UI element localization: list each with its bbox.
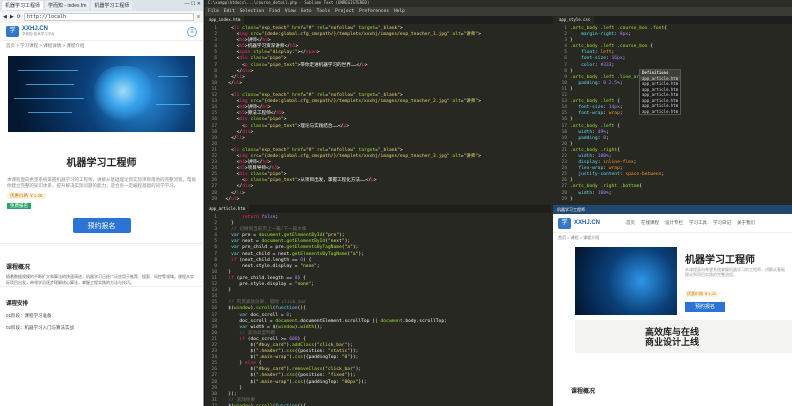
nav-item[interactable]: 设计专栏: [665, 220, 683, 226]
site-page: 学 XXHJ.CN 学而知·技术学习平台 ≡ 首页 > 学习课程 > 课程详情 …: [0, 23, 203, 406]
window-controls[interactable]: — ☐ ✕: [185, 1, 201, 7]
logo-icon: 学: [6, 26, 19, 37]
address-bar: ◀ ▶ ⟳ http://localh ≡: [0, 11, 203, 23]
course-description: 本课程面向希望系统掌握机器学习的工程师，讲解从基础理论到实际项目落地的完整流程，…: [7, 177, 196, 188]
site-header: 学 XXHJ.CN 学而知·技术学习平台 ≡: [0, 23, 203, 41]
menu-item[interactable]: Preferences: [359, 9, 389, 14]
autocomplete-item[interactable]: app_article.htm: [640, 92, 680, 98]
free-badge: 免费报名: [7, 203, 31, 209]
price-tag: 优惠价格 ￥1,25: [685, 291, 718, 297]
editor-menu-bar: File Edit Selection Find View Goto Tools…: [205, 7, 792, 16]
breadcrumb: 首页 > 学习课程 > 课程详情 > 课程介绍: [6, 43, 85, 48]
url-input[interactable]: http://localh: [23, 13, 195, 21]
ad-text: 高效库与在线: [645, 326, 700, 337]
browser-tab[interactable]: 机器学习工程师: [91, 1, 133, 10]
logo-icon: 学: [558, 217, 571, 229]
editor-pane-js[interactable]: app_article.htm 1 return false; 2 } 3 //…: [205, 205, 551, 406]
nav-item[interactable]: 关于我们: [737, 220, 755, 226]
back-icon[interactable]: ◀: [3, 14, 7, 20]
enroll-button[interactable]: 预约报名: [72, 218, 131, 233]
reload-icon[interactable]: ⟳: [17, 14, 21, 20]
nav-item[interactable]: 首页: [626, 220, 635, 226]
ai-head-graphic: [94, 66, 152, 122]
course-description: 本课程面向希望系统掌握机器学习的工程师，讲解从基础理论到项目实践的完整流程。: [685, 267, 785, 277]
ad-banner[interactable]: 高效库与在线 商业设计上线: [575, 320, 792, 353]
enroll-button[interactable]: 预约报名: [685, 302, 725, 312]
site-logo[interactable]: 学 XXHJ.CN 学而知·技术学习平台: [6, 26, 55, 37]
menu-item[interactable]: Goto: [301, 9, 312, 14]
autocomplete-item[interactable]: app_article.htm: [640, 109, 680, 115]
hamburger-icon[interactable]: ≡: [187, 26, 197, 37]
menu-item[interactable]: Help: [394, 9, 405, 14]
section-title-schedule: 课程安排: [0, 286, 203, 310]
breadcrumb: 首页 > 课程 > 课程介绍: [558, 235, 600, 240]
course-title: 机器学习工程师: [685, 255, 755, 266]
logo-subtitle: 学而知·技术学习平台: [22, 32, 55, 36]
logo-text: XXHJ.CN: [574, 220, 601, 226]
file-tab[interactable]: app_style.css: [555, 16, 595, 24]
section-title-overview: 课程概况: [0, 243, 203, 274]
overview-text: 随着数据规模的不断扩大和算法的快速演进，机器学习已经广泛应用于推荐、搜索、风控等…: [6, 274, 194, 285]
course-title: 机器学习工程师: [66, 158, 137, 169]
nav-item[interactable]: 学习日记: [713, 220, 731, 226]
live-preview-pane[interactable]: 机器学习工程师 学 XXHJ.CN 首页 在线课程 设计专栏 学习工具 学习日记…: [553, 205, 792, 406]
browser-tab[interactable]: 学而知 - index.fm: [45, 1, 90, 10]
schedule-item[interactable]: 01阶段：课程学习准备: [0, 310, 203, 322]
menu-item[interactable]: Selection: [240, 9, 264, 14]
browser-window: 机器学习工程师 学而知 - index.fm 机器学习工程师 — ☐ ✕ ◀ ▶…: [0, 0, 204, 406]
preview-header: 学 XXHJ.CN 首页 在线课程 设计专栏 学习工具 学习日记 关于我们: [553, 214, 792, 233]
editor-title: C:\xampp\htdocs\...\course_detail.php - …: [205, 0, 792, 7]
file-tab[interactable]: app_article.htm: [205, 205, 250, 213]
section-title-overview: 课程概况: [571, 389, 596, 395]
nav-item[interactable]: 在线课程: [641, 220, 659, 226]
course-hero-image: [575, 247, 677, 315]
preview-logo[interactable]: 学 XXHJ.CN: [558, 217, 601, 229]
file-tab[interactable]: app_index.htm: [205, 16, 245, 24]
code-block: 1 <li class="exp_teach" href="#" rel="no…: [211, 26, 482, 202]
schedule-item[interactable]: 02阶段：机器学习入门与算法实战: [0, 322, 203, 334]
preview-tab[interactable]: 机器学习工程师: [553, 205, 792, 214]
autocomplete-popup[interactable]: Definitions app_article.htm app_article.…: [639, 69, 681, 115]
autocomplete-item[interactable]: app_article.htm: [640, 81, 680, 87]
menu-item[interactable]: Tools: [317, 9, 331, 14]
price-tag: 优惠价格 ￥1,25: [7, 193, 46, 199]
menu-item[interactable]: Edit: [224, 9, 235, 14]
price-row: 优惠价格 ￥1,25: [0, 189, 203, 203]
browser-tab[interactable]: 机器学习工程师: [2, 1, 44, 10]
menu-item[interactable]: Find: [269, 9, 280, 14]
ad-text: 商业设计上线: [645, 336, 700, 347]
forward-icon[interactable]: ▶: [10, 14, 14, 20]
editor-pane-html[interactable]: app_index.htm 1 <li class="exp_teach" hr…: [205, 16, 553, 202]
autocomplete-item[interactable]: app_article.htm: [640, 103, 680, 109]
nav-item[interactable]: 学习工具: [689, 220, 707, 226]
menu-item[interactable]: File: [208, 9, 219, 14]
menu-item[interactable]: View: [285, 9, 296, 14]
menu-icon[interactable]: ≡: [197, 14, 200, 20]
code-block: 1 return false; 2 } 3 // 切换到当前页上一篇/下一篇文章…: [211, 215, 447, 406]
course-hero-image: [8, 56, 195, 132]
menu-item[interactable]: Project: [335, 9, 354, 14]
browser-tab-bar: 机器学习工程师 学而知 - index.fm 机器学习工程师: [0, 0, 203, 11]
